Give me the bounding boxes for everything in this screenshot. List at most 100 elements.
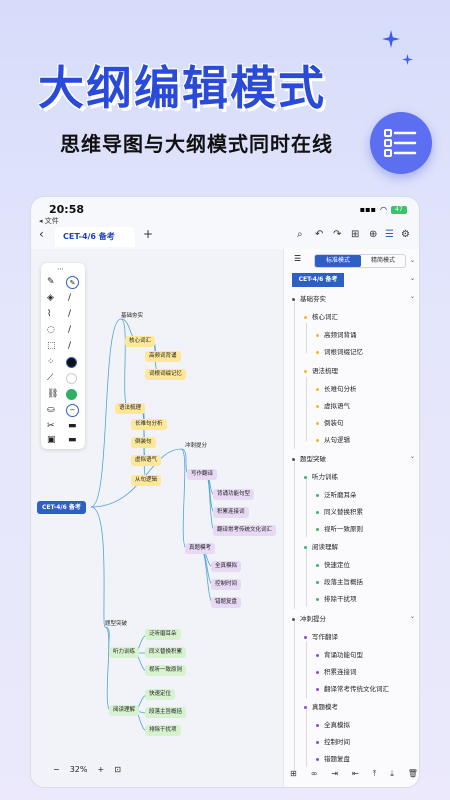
delete-icon[interactable]: 🗑 (408, 769, 418, 779)
mindmap-node[interactable]: 倒装句 (131, 437, 156, 448)
mindmap-canvas[interactable]: CET-4/6 备考 基础夯实 核心词汇 高频词背诵 词根词缀记忆 语法梳理 长… (31, 249, 283, 787)
color-white-swatch[interactable] (66, 373, 77, 384)
image-icon[interactable]: ▣ (47, 435, 56, 445)
outline-item[interactable]: 同义替换积累 (316, 506, 363, 516)
outline-item[interactable]: 视听一致原则 (316, 523, 363, 533)
drag-handle-icon[interactable]: ⋯ (57, 265, 64, 273)
mindmap-node[interactable]: 语法梳理 (115, 403, 146, 414)
mindmap-node[interactable]: 全真模拟 (211, 561, 242, 572)
fine-pen-icon[interactable]: / (68, 341, 71, 351)
outline-item[interactable]: 核心词汇 (304, 311, 338, 321)
chevron-down-icon[interactable]: ⌄ (410, 453, 415, 460)
outline-item[interactable]: 倒装句 (316, 417, 344, 427)
outline-list-icon[interactable]: ☰ (294, 254, 301, 263)
outline-item[interactable]: 词根词缀记忆 (316, 346, 363, 356)
chevron-down-icon[interactable]: ⌄ (410, 613, 415, 620)
outline-item[interactable]: 背诵功能句型 (316, 649, 363, 659)
chevron-down-icon[interactable]: ⌄ (410, 275, 415, 282)
stroke-thick-icon[interactable]: ▬ (68, 435, 77, 445)
export-icon[interactable]: ⊞ (351, 229, 359, 240)
outline-item[interactable]: 翻译常考传统文化词汇 (316, 683, 389, 693)
pencil-icon[interactable]: ✎ (66, 276, 79, 289)
mindmap-root-node[interactable]: CET-4/6 备考 (37, 501, 86, 514)
mindmap-node[interactable]: 视听一致原则 (145, 665, 187, 676)
lock-icon[interactable]: ⊡ (114, 765, 121, 774)
mindmap-node[interactable]: 长难句分析 (131, 419, 167, 430)
outline-root[interactable]: CET-4/6 备考 (292, 273, 344, 287)
outline-item[interactable]: 长难句分析 (316, 383, 357, 393)
outline-item[interactable]: 排除干扰项 (316, 593, 357, 603)
link-icon[interactable]: ⛓ (47, 389, 58, 399)
zoom-out-icon[interactable]: − (53, 765, 60, 774)
add-child-icon[interactable]: ⊞ (290, 769, 297, 779)
outline-item[interactable]: 语法梳理 (304, 365, 338, 375)
mindmap-node[interactable]: 阅读理解 (109, 705, 140, 716)
outline-item[interactable]: 高频词背诵 (316, 329, 357, 339)
outline-item[interactable]: 阅读理解 (304, 541, 338, 551)
undo-icon[interactable]: ↶ (315, 229, 323, 240)
brush-icon[interactable]: / (68, 309, 71, 319)
mask-icon[interactable]: ⛀ (47, 405, 55, 415)
shapes-icon[interactable]: ⁘ (47, 357, 55, 367)
mindmap-node[interactable]: 控制时间 (211, 579, 242, 590)
back-to-app-link[interactable]: ◂ 文件 (39, 216, 59, 226)
simple-mode-button[interactable]: 精简模式 (361, 255, 405, 267)
indent-icon[interactable]: ⇥ (331, 769, 338, 779)
mindmap-node[interactable]: 背诵功能句型 (213, 489, 255, 500)
lasso-select-icon[interactable]: ◌ (47, 325, 55, 335)
move-up-icon[interactable]: ⤒ (373, 769, 377, 779)
outline-item[interactable]: 控制时间 (316, 736, 350, 746)
mindmap-node[interactable]: 虚拟语气 (131, 455, 162, 466)
pen-icon[interactable]: ✎ (47, 277, 55, 287)
lasso-icon[interactable]: ⌇ (47, 309, 51, 319)
mindmap-node[interactable]: 段落主旨概括 (145, 707, 187, 718)
mindmap-node[interactable]: 真题模考 (185, 543, 216, 554)
mindmap-node[interactable]: 翻译常考传统文化词汇 (213, 525, 277, 536)
mindmap-node[interactable]: 泛听磨耳朵 (145, 629, 181, 640)
back-chevron-icon[interactable]: ‹ (39, 227, 44, 241)
mindmap-node[interactable]: 从句逻辑 (131, 475, 162, 486)
insert-icon[interactable]: ⊕ (369, 229, 377, 240)
outline-item[interactable]: 积累连接词 (316, 666, 357, 676)
mindmap-node[interactable]: 积累连接词 (213, 507, 249, 518)
mindmap-node[interactable]: 题型突破 (101, 619, 131, 630)
settings-sliders-icon[interactable]: ⚙ (401, 229, 410, 240)
outline-item[interactable]: 题型突破 (292, 453, 326, 463)
outline-item[interactable]: 听力训练 (304, 471, 338, 481)
mindmap-node[interactable]: 排除干扰项 (145, 725, 181, 736)
outline-view-icon[interactable]: ☰ (385, 229, 394, 240)
search-icon[interactable]: ⌕ (297, 229, 303, 240)
mindmap-node[interactable]: 核心词汇 (125, 336, 156, 347)
outline-item[interactable]: 虚拟语气 (316, 400, 350, 410)
sticker-icon[interactable]: ✂ (47, 421, 55, 431)
mindmap-node[interactable]: 听力训练 (109, 647, 140, 658)
chevron-down-icon[interactable]: ⌄ (410, 293, 415, 300)
mindmap-node[interactable]: 快速定位 (145, 689, 176, 700)
mindmap-node[interactable]: 写作翻译 (187, 469, 218, 480)
outline-item[interactable]: 冲刺提分 (292, 613, 326, 623)
document-tab[interactable]: CET-4/6 备考 (55, 227, 135, 247)
outdent-icon[interactable]: ⇤ (352, 769, 359, 779)
eraser-icon[interactable]: ◈ (47, 293, 54, 303)
outline-item[interactable]: 从句逻辑 (316, 434, 350, 444)
mindmap-node[interactable]: 词根词缀记忆 (145, 369, 187, 380)
outline-item[interactable]: 错题复盘 (316, 753, 350, 763)
stroke-thin-icon[interactable]: − (66, 404, 79, 417)
mindmap-node[interactable]: 错题复盘 (211, 597, 242, 608)
outline-item[interactable]: 基础夯实 (292, 293, 326, 303)
outline-item[interactable]: 段落主旨概括 (316, 576, 363, 586)
highlighter-icon[interactable]: / (68, 325, 71, 335)
outline-item[interactable]: 真题模考 (304, 701, 338, 711)
outline-item[interactable]: 泛听磨耳朵 (316, 489, 357, 499)
move-down-icon[interactable]: ⤓ (390, 769, 394, 779)
mindmap-node[interactable]: 冲刺提分 (181, 441, 211, 452)
stroke-medium-icon[interactable]: ▬ (68, 421, 77, 431)
redo-icon[interactable]: ↷ (333, 229, 341, 240)
select-icon[interactable]: ⬚ (47, 341, 56, 351)
mindmap-node[interactable]: 同义替换积累 (145, 647, 187, 658)
link-node-icon[interactable]: ∞ (311, 769, 318, 779)
add-tab-icon[interactable]: + (143, 227, 153, 241)
outline-item[interactable]: 全真模拟 (316, 719, 350, 729)
mindmap-node[interactable]: 高频词背诵 (145, 351, 181, 362)
color-black-swatch[interactable] (66, 357, 77, 368)
